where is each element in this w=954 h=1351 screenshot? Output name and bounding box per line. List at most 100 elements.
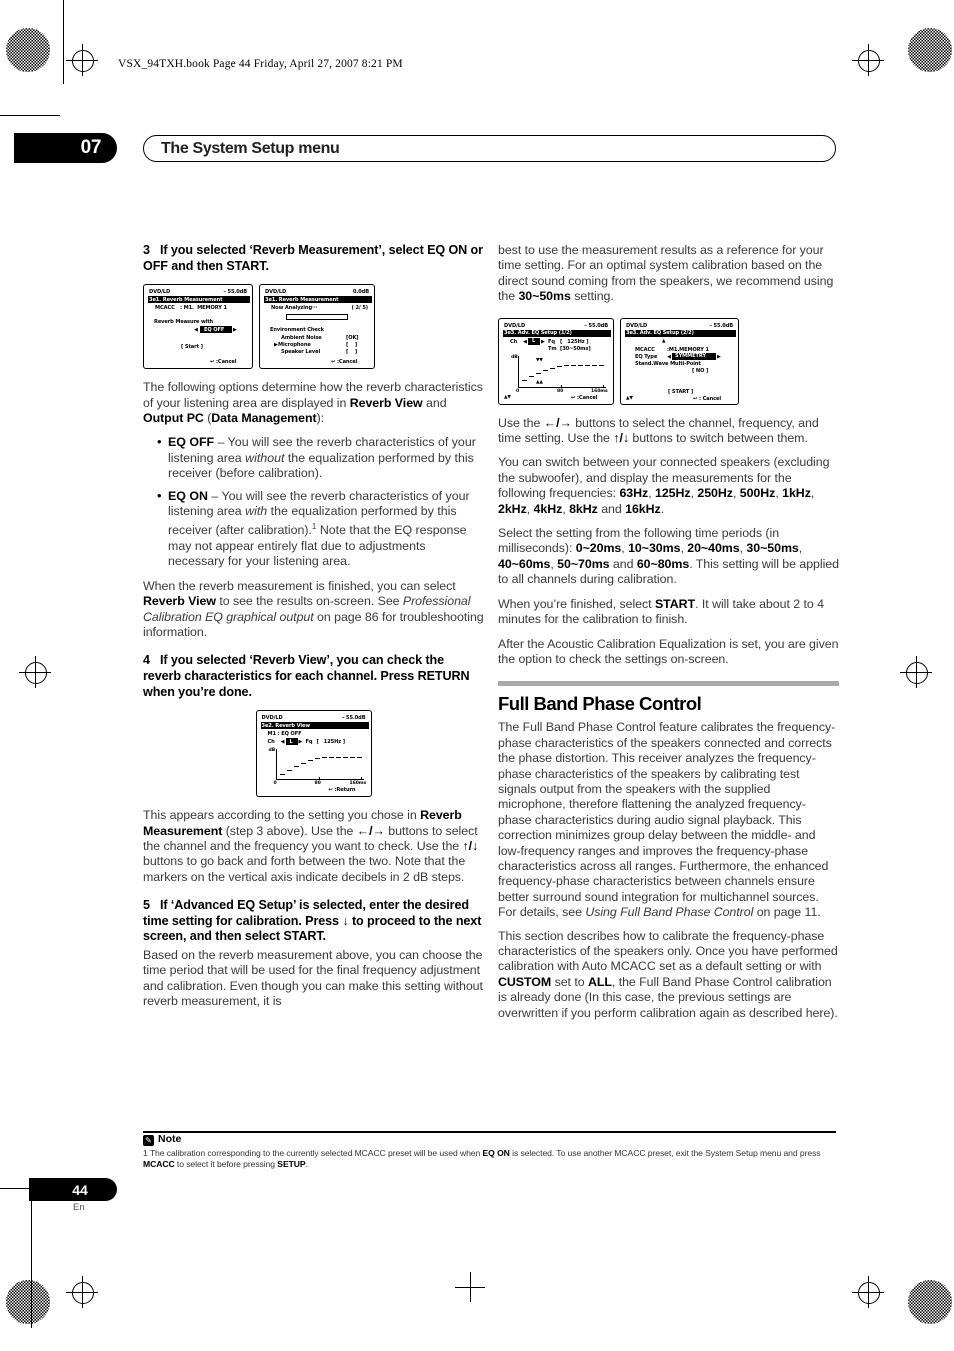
arrow-left-right-icon: ←/→ (543, 415, 572, 430)
osd-curve-seg (578, 364, 583, 366)
osd-y-axis-label: dB (268, 748, 276, 754)
time-period-value: 20~40ms (687, 541, 740, 556)
osd-title: 3e3. Adv. EQ Setup (1/2) (504, 330, 572, 337)
osd-start-button[interactable]: [ START ] (668, 389, 693, 395)
osd-start-button[interactable]: [ Start ] (181, 344, 203, 350)
arrow-up-down-icon: ↑/↓ (462, 839, 479, 853)
osd-mcacc-label: MCACC (635, 346, 655, 353)
section-title-full-band-phase-control: Full Band Phase Control (498, 693, 702, 715)
right-column: best to use the measurement results as a… (498, 243, 839, 1030)
osd-curve-seg (293, 766, 299, 768)
crop-cross-tl (66, 44, 98, 76)
osd-x-tick (360, 777, 362, 781)
osd-left-arrow-icon: ◀ (667, 353, 671, 360)
osd-source: DVD/LD (265, 289, 287, 296)
osd-x-tick (318, 777, 320, 781)
osd-row-label: Ambient Noise (281, 335, 322, 342)
osd-source: DVD/LD (261, 715, 283, 722)
osd-nav-up-icon: ▲ (662, 338, 666, 344)
osd-right-arrow-icon: ▶ (298, 739, 303, 746)
txt: 1 The calibration corresponding to the c… (143, 1148, 483, 1158)
txt: buttons to switch between them. (628, 431, 808, 446)
osd-curve-seg (564, 365, 569, 367)
osd-curve-seg (300, 763, 306, 765)
osd-curve-seg (585, 364, 590, 366)
term-reverb-view: Reverb View (349, 395, 423, 410)
osd-curve-seg (571, 364, 576, 366)
osd-fq-value: [ 125Hz ] (560, 338, 589, 345)
txt-em: with (245, 504, 268, 519)
frequency-value: 4kHz (533, 501, 563, 516)
txt: The Full Band Phase Control feature cali… (498, 720, 836, 920)
osd-mcacc-value: : M1. MEMORY 1 (180, 305, 228, 312)
paragraph-start: When you’re finished, select START. It w… (498, 597, 839, 628)
osd-row-reverb-view: DVD/LD – 55.0dB 3e2. Reverb View M1 : EQ… (143, 710, 484, 798)
step-4: 4 If you selected ‘Reverb View’, you can … (143, 653, 484, 700)
crop-cross-bc (455, 1272, 485, 1302)
recommended-setting: 30~50ms (518, 289, 571, 304)
step-3-text: If you selected ‘Reverb Measurement’, se… (143, 243, 483, 273)
time-period-value: 40~60ms (498, 556, 551, 571)
osd-progress-bar (286, 314, 348, 321)
txt: This appears according to the setting yo… (143, 808, 421, 823)
step-4-number: 4 (143, 653, 150, 668)
txt: set to (551, 974, 588, 989)
txt: to select it before pressing (174, 1159, 278, 1170)
step-5: 5 If ‘Advanced EQ Setup’ is selected, ent… (143, 898, 484, 945)
chapter-number: 07 (14, 133, 117, 163)
section-rule (498, 681, 839, 687)
osd-source: DVD/LD (504, 322, 526, 329)
osd-curve-seg (328, 756, 334, 758)
osd-tm-value: [30~50ms] (560, 345, 591, 352)
txt: and (609, 556, 637, 571)
osd-stdwave-label: Stand.Wave Multi-Point (635, 360, 701, 367)
osd-title: 3e2. Reverb View (261, 722, 311, 729)
osd-x-tick-label: 0 (273, 781, 277, 787)
osd-left-arrow-icon: ◀ (194, 327, 198, 334)
arrow-up-down-icon: ↑/↓ (613, 431, 629, 446)
osd-return-icon: ↩ (693, 395, 698, 402)
osd-ch-value: L (532, 338, 536, 345)
frequency-value: 125Hz (654, 486, 691, 501)
osd-right-arrow-icon: ▶ (717, 353, 721, 360)
osd-curve-seg (286, 770, 292, 772)
trim-line-left (0, 115, 60, 117)
crop-cross-tr (852, 44, 884, 76)
osd-row-reverb-measurement: DVD/LD – 55.0dB 3e1. Reverb Measurement … (143, 284, 484, 370)
txt: When the reverb measurement is finished,… (143, 578, 456, 593)
osd-title: 3e1. Reverb Measurement (265, 296, 339, 303)
osd-title: 3e3. Adv. EQ Setup (2/2) (626, 330, 694, 337)
osd-curve-seg (557, 366, 562, 368)
txt: to see the results on-screen. See (215, 594, 403, 609)
registration-mark-tr (908, 28, 952, 72)
osd-now-analyzing: DVD/LD 0.0dB 3e1. Reverb Measurement Now… (259, 284, 375, 370)
osd-cancel-label: : Cancel (699, 395, 722, 402)
osd-env-check-label: Environment Check (270, 327, 324, 334)
osd-stdwave-value: [ NO ] (692, 367, 709, 374)
osd-level: – 55.0dB (223, 289, 247, 296)
osd-y-axis-label: dB (511, 354, 518, 360)
osd-level: 0.0dB (352, 289, 369, 296)
osd-return-icon: ↩ (210, 359, 215, 366)
osd-cancel-label: :Cancel (216, 359, 237, 366)
page-language: En (73, 1202, 85, 1213)
osd-return-label: :Return (334, 787, 356, 794)
option-eq-on-label: EQ ON (168, 488, 208, 503)
note-icon: ✎ (143, 1135, 154, 1146)
osd-x-tick (603, 384, 604, 388)
osd-x-tick-label: 80 (557, 388, 564, 394)
manual-page: VSX_94TXH.book Page 44 Friday, April 27,… (0, 0, 954, 1351)
osd-level: – 55.0dB (584, 322, 608, 329)
trim-line-left-vert (31, 1188, 33, 1328)
paragraph-time-periods: Select the setting from the following ti… (498, 526, 839, 587)
osd-source: DVD/LD (626, 322, 648, 329)
osd-curve-seg (529, 375, 534, 377)
term-eq-on: EQ ON (482, 1148, 510, 1158)
osd-row-value: [ ] (346, 349, 358, 356)
trim-line-top (63, 0, 65, 84)
frequency-value: 250Hz (697, 486, 733, 501)
button-mcacc: MCACC (143, 1159, 175, 1170)
txt: ): (316, 411, 325, 425)
osd-return-icon: ↩ (331, 359, 336, 366)
paragraph-fbpc-description: The Full Band Phase Control feature cali… (498, 720, 839, 920)
